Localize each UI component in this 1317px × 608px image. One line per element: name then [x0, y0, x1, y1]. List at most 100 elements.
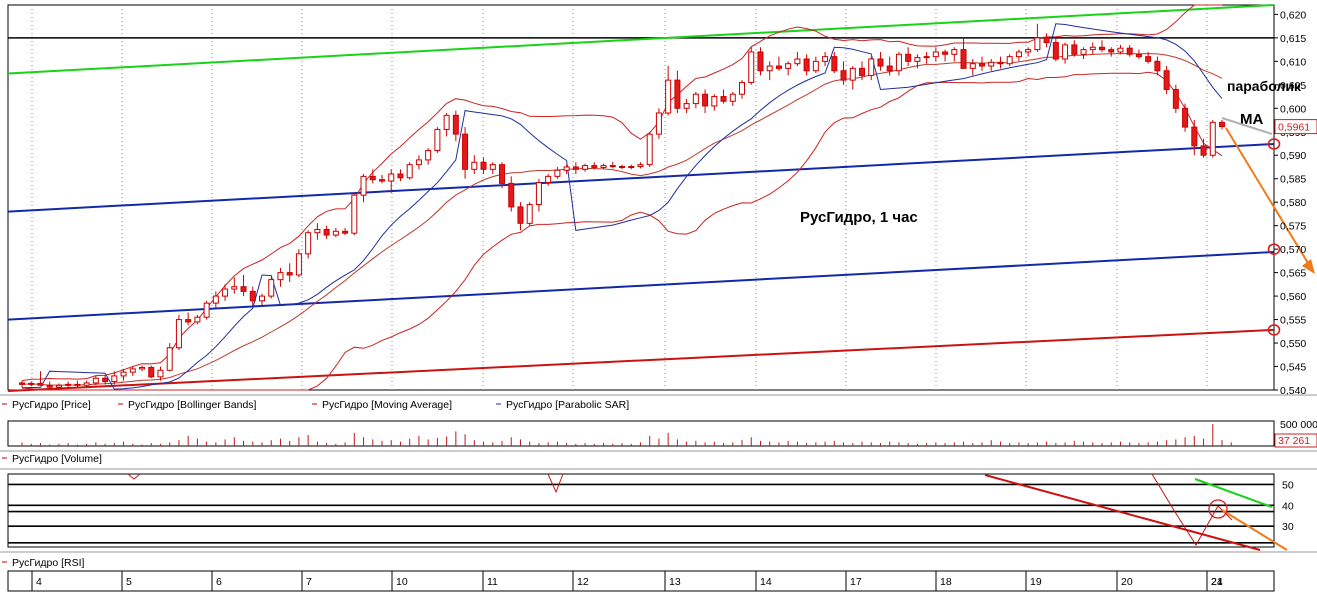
- candle-up: [351, 194, 358, 234]
- candle-up: [637, 164, 644, 168]
- candle-up: [526, 204, 533, 224]
- price-tick-label: 0,555: [1280, 315, 1306, 327]
- candle-up: [554, 169, 561, 177]
- candle-up: [535, 181, 542, 206]
- candle-up: [988, 61, 995, 67]
- price-tick-label: 0,610: [1280, 56, 1306, 68]
- candle-up: [388, 173, 395, 182]
- candle-down: [674, 79, 681, 109]
- candle-down: [905, 53, 912, 62]
- candle-down: [886, 65, 893, 72]
- candle-down: [1154, 60, 1161, 72]
- candle-up: [563, 166, 570, 171]
- price-tick-label: 0,590: [1280, 150, 1306, 162]
- candle-down: [840, 70, 847, 81]
- time-label: 13: [669, 576, 681, 588]
- candle-up: [739, 81, 745, 95]
- candle-down: [1163, 70, 1170, 91]
- candle-down: [1200, 145, 1207, 156]
- candle-up: [203, 302, 210, 318]
- candle-down: [46, 384, 53, 388]
- candle-down: [591, 165, 598, 168]
- candle-up: [545, 175, 552, 183]
- candle-up: [332, 230, 339, 236]
- candle-up: [812, 60, 819, 72]
- candle-up: [794, 58, 801, 65]
- legend-item: РусГидро [Bollinger Bands]: [128, 399, 257, 411]
- candle-down: [74, 383, 81, 386]
- candle-down: [499, 164, 505, 184]
- candle-down: [1191, 126, 1198, 147]
- candle-down: [831, 56, 838, 72]
- candle-up: [932, 51, 939, 58]
- chart-svg: РусГидро, 1 часпараболикМА 0,5400,5450,5…: [0, 4, 1317, 592]
- candle-down: [19, 382, 25, 385]
- candle-down: [452, 114, 459, 135]
- candle-down: [480, 161, 487, 170]
- candle-up: [914, 57, 921, 62]
- candle-down: [720, 96, 727, 102]
- price-tick-label: 0,565: [1280, 268, 1306, 280]
- candle-down: [1182, 107, 1189, 128]
- price-tick-label: 0,605: [1280, 80, 1306, 92]
- candle-up: [711, 96, 718, 107]
- candle-down: [185, 319, 192, 323]
- candle-down: [249, 290, 256, 302]
- candle-up: [766, 65, 773, 72]
- candle-up: [822, 56, 829, 62]
- candle-up: [55, 384, 62, 388]
- candle-up: [1080, 49, 1087, 55]
- candle-up: [277, 272, 284, 281]
- time-label: 17: [850, 576, 862, 588]
- candle-up: [969, 63, 976, 69]
- candle-down: [775, 65, 782, 69]
- candle-up: [489, 164, 496, 170]
- candle-down: [240, 286, 247, 292]
- candle-up: [729, 93, 736, 102]
- time-label: 12: [577, 576, 589, 588]
- time-label: 24: [1211, 576, 1223, 588]
- candle-up: [923, 56, 930, 59]
- candle-down: [1052, 42, 1059, 60]
- candle-down: [462, 133, 469, 170]
- rsi-legend: РусГидро [RSI]: [12, 557, 84, 569]
- candle-up: [748, 51, 755, 83]
- candle-up: [120, 371, 127, 377]
- candle-up: [868, 58, 875, 76]
- chart-title: РусГидро, 1 час: [800, 209, 918, 226]
- price-tick-label: 0,560: [1280, 291, 1306, 303]
- candle-up: [1209, 121, 1216, 156]
- candle-down: [1071, 44, 1078, 55]
- time-label: 18: [940, 576, 952, 588]
- price-tick-label: 0,550: [1280, 338, 1306, 350]
- time-label: 19: [1030, 576, 1042, 588]
- time-label: 6: [216, 576, 222, 588]
- candle-down: [1219, 121, 1225, 128]
- candle-down: [877, 58, 884, 67]
- candle-down: [1108, 49, 1115, 53]
- candle-up: [1034, 37, 1041, 51]
- time-label: 7: [306, 576, 312, 588]
- candle-down: [286, 272, 293, 276]
- candle-up: [259, 295, 265, 302]
- candle-up: [268, 279, 275, 297]
- candle-down: [803, 58, 810, 72]
- candle-down: [757, 51, 764, 72]
- time-label: 14: [760, 576, 772, 588]
- candle-up: [65, 383, 72, 386]
- price-tick-label: 0,615: [1280, 33, 1306, 45]
- candle-up: [1062, 44, 1069, 60]
- candle-down: [397, 173, 404, 179]
- candle-up: [1015, 51, 1022, 58]
- price-tick-label: 0,585: [1280, 174, 1306, 186]
- candle-down: [979, 63, 985, 67]
- candle-up: [406, 164, 413, 179]
- candle-down: [517, 206, 524, 224]
- candle-up: [139, 366, 145, 370]
- candle-up: [849, 67, 856, 81]
- candle-up: [582, 165, 589, 170]
- candle-down: [379, 179, 385, 182]
- candle-up: [1006, 56, 1013, 65]
- candle-up: [600, 165, 607, 168]
- candle-up: [443, 114, 450, 130]
